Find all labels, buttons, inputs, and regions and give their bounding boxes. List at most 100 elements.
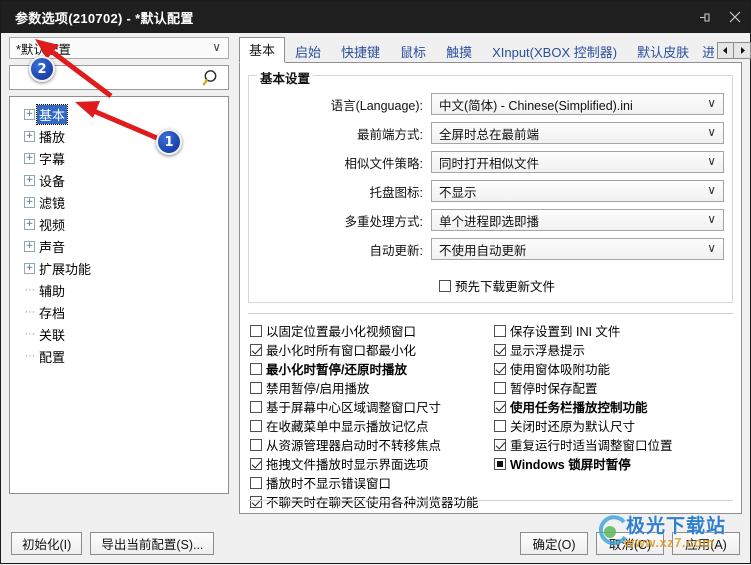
checkbox-label: 在收藏菜单中显示播放记忆点: [266, 420, 429, 434]
checkbox-left-5[interactable]: 在收藏菜单中显示播放记忆点: [250, 416, 490, 435]
tree-item-label: 辅助: [39, 283, 66, 299]
setting-combobox-3[interactable]: 不显示 ∨: [431, 180, 724, 202]
tab-scroll-right-button[interactable]: [734, 41, 751, 59]
setting-combobox-value: 同时打开相似文件: [439, 156, 540, 171]
setting-combobox-1[interactable]: 全屏时总在最前端 ∨: [431, 122, 724, 144]
tab-1[interactable]: 启始: [285, 40, 331, 63]
tree-item-2[interactable]: + 字幕: [10, 147, 228, 169]
checkbox-right-5[interactable]: 关闭时还原为默认尺寸: [494, 416, 734, 435]
checkbox-label: 预先下载更新文件: [455, 280, 556, 294]
setting-combobox-5[interactable]: 不使用自动更新 ∨: [431, 238, 724, 260]
pin-icon[interactable]: [690, 1, 720, 33]
checkbox-left-7[interactable]: 拖拽文件播放时显示界面选项: [250, 454, 490, 473]
checkbox-left-6[interactable]: 从资源管理器启动时不转移焦点: [250, 435, 490, 454]
checkbox-label: Windows 锁屏时暂停: [510, 458, 631, 472]
checkbox-left-2[interactable]: 最小化时暂停/还原时播放: [250, 359, 490, 378]
expand-icon[interactable]: +: [24, 218, 35, 230]
export-config-button[interactable]: 导出当前配置(S)...: [90, 532, 215, 555]
tree-item-8[interactable]: ⋯ 辅助: [10, 279, 228, 301]
setting-combobox-value: 中文(简体) - Chinese(Simplified).ini: [439, 98, 633, 113]
close-icon[interactable]: [720, 1, 750, 33]
expand-icon[interactable]: +: [24, 174, 35, 186]
tab-7[interactable]: 进: [699, 40, 715, 63]
tab-list: 基本 启始 快捷键 鼠标 触摸 XInput(XBOX 控制器) 默认皮肤进: [239, 37, 715, 63]
checkbox-label: 重复运行时适当调整窗口位置: [510, 439, 673, 453]
initialize-button[interactable]: 初始化(I): [11, 532, 83, 555]
tree-item-label: 配置: [39, 349, 66, 365]
right-pane: 基本 启始 快捷键 鼠标 触摸 XInput(XBOX 控制器) 默认皮肤进 基本设置 语言…: [239, 37, 751, 514]
checkbox-label: 从资源管理器启动时不转移焦点: [266, 439, 442, 453]
title-bar: 参数选项(210702) - *默认配置: [1, 1, 750, 33]
setting-combobox-2[interactable]: 同时打开相似文件 ∨: [431, 151, 724, 173]
checkbox-label: 关闭时还原为默认尺寸: [510, 420, 636, 434]
tab-scroll-left-button[interactable]: [717, 41, 735, 59]
tree-item-0[interactable]: + 基本: [10, 103, 228, 125]
checkbox-prefetch-update[interactable]: 预先下载更新文件: [439, 276, 555, 295]
setting-combobox-0[interactable]: 中文(简体) - Chinese(Simplified).ini ∨: [431, 93, 724, 115]
ok-button[interactable]: 确定(O): [520, 532, 588, 555]
dialog-body: *默认配置 ∨ + 基本 + 播放 + 字幕 + 设备 + 滤镜 + 视频 + 声音 + 扩展功能 ⋯ 辅助 ⋯ 存档…: [1, 33, 751, 563]
setting-combobox-4[interactable]: 单个进程即选即播 ∨: [431, 209, 724, 231]
tree-item-4[interactable]: + 滤镜: [10, 191, 228, 213]
tab-scroll-buttons: [717, 41, 751, 59]
cancel-button[interactable]: 取消(C): [596, 532, 664, 555]
checkbox-left-8[interactable]: 播放时不显示错误窗口: [250, 473, 490, 492]
checkbox-right-6[interactable]: 重复运行时适当调整窗口位置: [494, 435, 734, 454]
apply-button[interactable]: 应用(A): [672, 532, 740, 555]
setting-label: 多重处理方式:: [344, 214, 423, 229]
expand-icon[interactable]: +: [24, 108, 35, 120]
left-pane: *默认配置 ∨ + 基本 + 播放 + 字幕 + 设备 + 滤镜 + 视频 + 声音 + 扩展功能 ⋯ 辅助 ⋯ 存档…: [9, 37, 229, 494]
checkbox-right-1[interactable]: 显示浮悬提示: [494, 340, 734, 359]
tree-item-5[interactable]: + 视频: [10, 213, 228, 235]
checkbox-column-right: 保存设置到 INI 文件显示浮悬提示使用窗体吸附功能 暂停时保存配置 使用任务栏播放…: [494, 321, 734, 473]
checkbox-right-4[interactable]: 使用任务栏播放控制功能: [494, 397, 734, 416]
checkbox-left-9[interactable]: 不聊天时在聊天区使用各种浏览器功能: [250, 492, 490, 511]
checkbox-box: [494, 362, 506, 375]
setting-combobox-value: 不使用自动更新: [439, 243, 527, 258]
checkbox-left-3[interactable]: 禁用暂停/启用播放: [250, 378, 490, 397]
tree-item-1[interactable]: + 播放: [10, 125, 228, 147]
checkbox-label: 拖拽文件播放时显示界面选项: [266, 458, 429, 472]
expand-icon[interactable]: +: [24, 262, 35, 274]
checkbox-box: [250, 419, 262, 432]
tree-item-10[interactable]: ⋯ 关联: [10, 323, 228, 345]
tree-item-label: 滤镜: [39, 195, 66, 211]
checkbox-right-2[interactable]: 使用窗体吸附功能: [494, 359, 734, 378]
expand-icon[interactable]: +: [24, 152, 35, 164]
checkbox-right-0[interactable]: 保存设置到 INI 文件: [494, 321, 734, 340]
tab-panel-basic: 基本设置 语言(Language): 中文(简体) - Chinese(Simpl…: [239, 62, 742, 514]
tree-item-label: 设备: [39, 173, 66, 189]
tab-2[interactable]: 快捷键: [331, 40, 390, 63]
checkbox-left-4[interactable]: 基于屏幕中心区域调整窗口尺寸: [250, 397, 490, 416]
expand-icon[interactable]: +: [24, 130, 35, 142]
checkbox-label: 以固定位置最小化视频窗口: [266, 325, 417, 339]
tree-item-3[interactable]: + 设备: [10, 169, 228, 191]
checkbox-box: [250, 381, 262, 394]
basic-settings-title: 基本设置: [257, 68, 314, 87]
checkbox-left-0[interactable]: 以固定位置最小化视频窗口: [250, 321, 490, 340]
checkbox-label: 显示浮悬提示: [510, 344, 586, 358]
checkbox-box: [250, 343, 262, 356]
chevron-down-icon: ∨: [707, 183, 716, 197]
checkbox-left-1[interactable]: 最小化时所有窗口都最小化: [250, 340, 490, 359]
category-tree[interactable]: + 基本 + 播放 + 字幕 + 设备 + 滤镜 + 视频 + 声音 + 扩展功能 ⋯ 辅助 ⋯ 存档 ⋯ 关联 ⋯ 配置: [9, 96, 229, 494]
annotation-badge-1: 1: [156, 129, 182, 155]
setting-combobox-value: 不显示: [439, 185, 477, 200]
chevron-down-icon: ∨: [707, 96, 716, 110]
tree-item-6[interactable]: + 声音: [10, 235, 228, 257]
expand-icon[interactable]: +: [24, 240, 35, 252]
tab-3[interactable]: 鼠标: [390, 40, 436, 63]
tab-4[interactable]: 触摸: [436, 40, 482, 63]
checkbox-right-7[interactable]: Windows 锁屏时暂停: [494, 454, 734, 473]
tab-5[interactable]: XInput(XBOX 控制器): [482, 40, 627, 63]
checkbox-right-3[interactable]: 暂停时保存配置: [494, 378, 734, 397]
checkbox-label: 使用窗体吸附功能: [510, 363, 611, 377]
tab-6[interactable]: 默认皮肤: [627, 40, 699, 63]
tree-item-label: 声音: [39, 239, 66, 255]
tree-item-7[interactable]: + 扩展功能: [10, 257, 228, 279]
expand-icon[interactable]: +: [24, 196, 35, 208]
tree-item-11[interactable]: ⋯ 配置: [10, 345, 228, 367]
tab-0[interactable]: 基本: [239, 37, 286, 63]
tree-connector-icon: ⋯: [25, 350, 36, 362]
tree-item-9[interactable]: ⋯ 存档: [10, 301, 228, 323]
